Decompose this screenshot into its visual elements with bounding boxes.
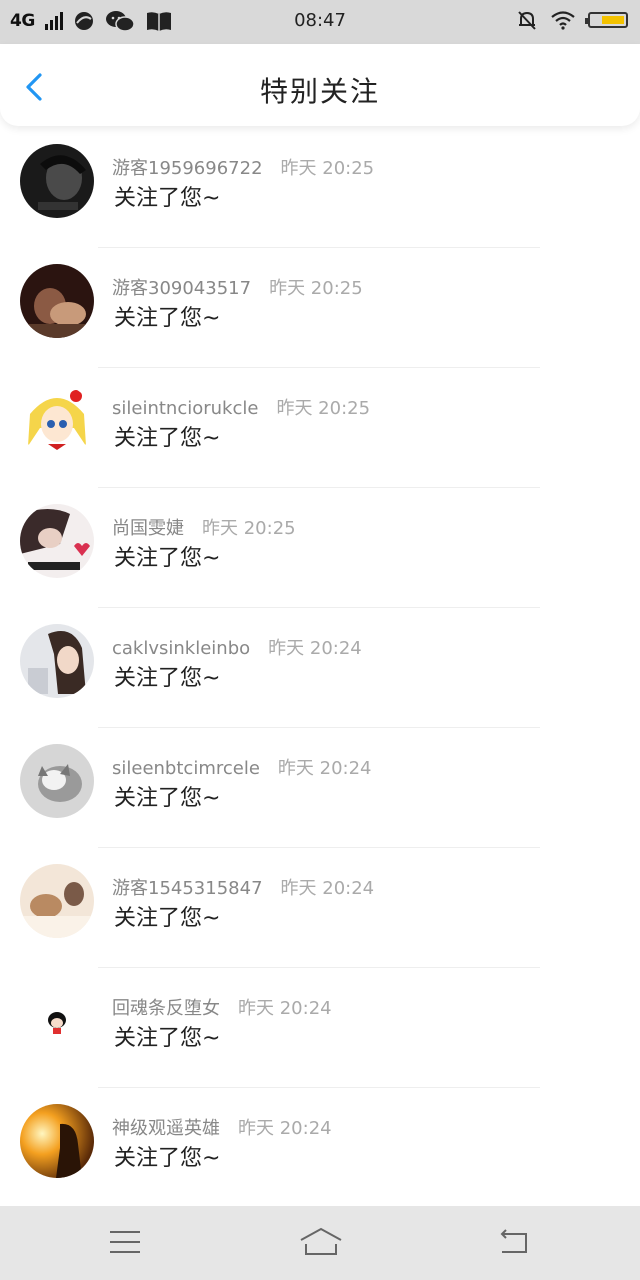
item-meta: 尚国雯婕 昨天 20:25 <box>112 514 296 540</box>
menu-icon <box>110 1231 140 1253</box>
avatar[interactable] <box>20 144 94 218</box>
system-nav-bar <box>0 1206 640 1280</box>
username: 回魂条反堕女 <box>112 998 220 1019</box>
item-meta: 神级观遥英雄 昨天 20:24 <box>112 1114 332 1140</box>
timestamp: 昨天 20:24 <box>238 1118 332 1139</box>
username: 尚国雯婕 <box>112 518 184 539</box>
avatar[interactable] <box>20 1104 94 1178</box>
username: caklvsinkleinbo <box>112 638 251 659</box>
avatar[interactable] <box>20 744 94 818</box>
status-bar: 4G 08:47 <box>0 0 640 44</box>
list-item[interactable]: 尚国雯婕 昨天 20:25 关注了您~ <box>0 488 640 608</box>
message-text: 关注了您~ <box>114 306 221 331</box>
username: 游客1545315847 <box>112 878 263 899</box>
username: sileintnciorukcle <box>112 398 259 419</box>
page-title: 特别关注 <box>259 75 380 108</box>
username: 神级观遥英雄 <box>112 1118 220 1139</box>
timestamp: 昨天 20:24 <box>238 998 332 1019</box>
message-text: 关注了您~ <box>114 786 221 811</box>
avatar[interactable] <box>20 984 94 1058</box>
page-header: 特别关注 <box>0 44 640 126</box>
message-text: 关注了您~ <box>114 906 221 931</box>
list-item[interactable]: 回魂条反堕女 昨天 20:24 关注了您~ <box>0 968 640 1088</box>
status-right <box>516 9 628 31</box>
back-nav-button[interactable] <box>496 1224 536 1260</box>
item-meta: sileintnciorukcle 昨天 20:25 <box>112 394 370 420</box>
message-text: 关注了您~ <box>114 426 221 451</box>
list-item[interactable]: sileenbtcimrcele 昨天 20:24 关注了您~ <box>0 728 640 848</box>
message-text: 关注了您~ <box>114 186 221 211</box>
item-meta: 游客309043517 昨天 20:25 <box>112 274 363 300</box>
message-text: 关注了您~ <box>114 546 221 571</box>
home-icon <box>300 1227 342 1255</box>
avatar[interactable] <box>20 864 94 938</box>
mute-bell-icon <box>516 9 538 31</box>
username: 游客309043517 <box>112 278 252 299</box>
list-item[interactable]: 游客1959696722 昨天 20:25 关注了您~ <box>0 128 640 248</box>
home-button[interactable] <box>298 1224 344 1260</box>
username: sileenbtcimrcele <box>112 758 260 779</box>
timestamp: 昨天 20:24 <box>280 878 375 899</box>
list-item[interactable]: 神级观遥英雄 昨天 20:24 关注了您~ <box>0 1088 640 1208</box>
message-text: 关注了您~ <box>114 666 221 691</box>
battery-icon <box>585 12 628 28</box>
list-item[interactable]: sileintnciorukcle 昨天 20:25 关注了您~ <box>0 368 640 488</box>
timestamp: 昨天 20:25 <box>202 518 296 539</box>
username: 游客1959696722 <box>112 158 263 179</box>
message-text: 关注了您~ <box>114 1026 221 1051</box>
item-meta: caklvsinkleinbo 昨天 20:24 <box>112 634 362 660</box>
item-meta: 游客1545315847 昨天 20:24 <box>112 874 374 900</box>
item-meta: 回魂条反堕女 昨天 20:24 <box>112 994 332 1020</box>
timestamp: 昨天 20:25 <box>269 278 363 299</box>
avatar[interactable] <box>20 624 94 698</box>
wifi-icon <box>550 10 576 30</box>
timestamp: 昨天 20:25 <box>276 398 371 419</box>
message-text: 关注了您~ <box>114 1146 221 1171</box>
timestamp: 昨天 20:24 <box>277 758 372 779</box>
list-item[interactable]: caklvsinkleinbo 昨天 20:24 关注了您~ <box>0 608 640 728</box>
menu-button[interactable] <box>106 1224 146 1260</box>
timestamp: 昨天 20:24 <box>268 638 362 659</box>
list-item[interactable]: 游客1545315847 昨天 20:24 关注了您~ <box>0 848 640 968</box>
return-icon <box>500 1229 527 1253</box>
timestamp: 昨天 20:25 <box>280 158 375 179</box>
list-item[interactable]: 游客309043517 昨天 20:25 关注了您~ <box>0 248 640 368</box>
avatar[interactable] <box>20 264 94 338</box>
avatar[interactable] <box>20 504 94 578</box>
avatar[interactable] <box>20 384 94 458</box>
item-meta: 游客1959696722 昨天 20:25 <box>112 154 374 180</box>
item-meta: sileenbtcimrcele 昨天 20:24 <box>112 754 372 780</box>
follow-list: 游客1959696722 昨天 20:25 关注了您~ 游客309043517 昨天… <box>0 128 640 1208</box>
